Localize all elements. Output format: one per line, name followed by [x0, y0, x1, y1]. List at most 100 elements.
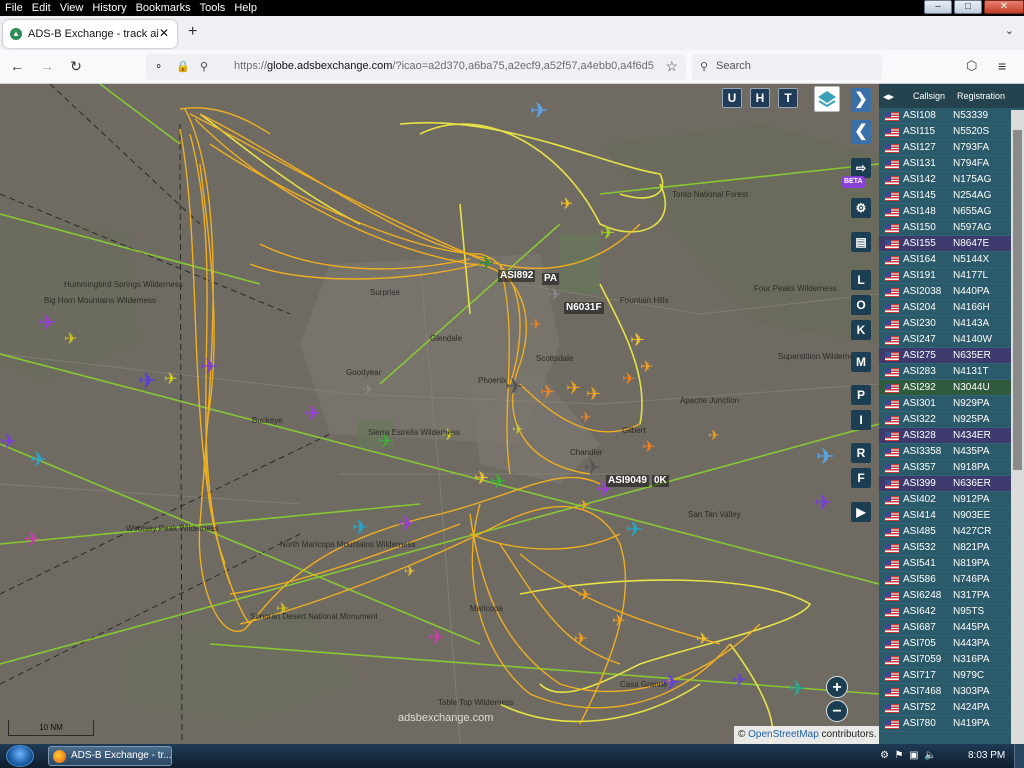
- aircraft-icon[interactable]: ✈: [352, 517, 369, 539]
- table-row[interactable]: ASI131 N794FA: [879, 156, 1024, 172]
- extensions-icon[interactable]: ⬡: [966, 58, 977, 74]
- aircraft-icon[interactable]: ✈: [642, 439, 655, 456]
- table-row[interactable]: ASI301 N929PA: [879, 396, 1024, 412]
- table-row[interactable]: ASI532 N821PA: [879, 540, 1024, 556]
- toggle-u-button[interactable]: U: [722, 88, 742, 108]
- menu-tools[interactable]: Tools: [195, 0, 230, 15]
- aircraft-icon[interactable]: ✈: [708, 427, 720, 443]
- aircraft-icon[interactable]: ✈: [548, 287, 561, 304]
- table-row[interactable]: ASI541 N819PA: [879, 556, 1024, 572]
- toggle-t-button[interactable]: T: [778, 88, 798, 108]
- menu-history[interactable]: History: [87, 0, 130, 15]
- app-menu-button[interactable]: ≡: [998, 58, 1006, 74]
- aircraft-icon[interactable]: ✈: [164, 371, 177, 388]
- openstreetmap-link[interactable]: OpenStreetMap: [748, 729, 819, 740]
- table-row[interactable]: ASI705 N443PA: [879, 636, 1024, 652]
- aircraft-icon[interactable]: ✈: [38, 310, 56, 335]
- aircraft-icon[interactable]: ✈: [304, 403, 321, 425]
- table-row[interactable]: ASI7059 N316PA: [879, 652, 1024, 668]
- settings-button[interactable]: ⚙: [851, 198, 871, 218]
- table-row[interactable]: ASI3358 N435PA: [879, 444, 1024, 460]
- table-row[interactable]: ASI2038 N440PA: [879, 284, 1024, 300]
- back-button[interactable]: ←: [8, 58, 26, 74]
- table-row[interactable]: ASI142 N175AG: [879, 172, 1024, 188]
- aircraft-icon[interactable]: ✈: [630, 330, 645, 350]
- login-button[interactable]: ⇨: [851, 158, 871, 178]
- address-bar[interactable]: ⚬ 🔒 ⚲ https://globe.adsbexchange.com/?ic…: [146, 54, 686, 80]
- aircraft-label[interactable]: ASI892: [498, 270, 536, 282]
- aircraft-icon[interactable]: ✈: [622, 371, 635, 388]
- toggle-r-button[interactable]: R: [851, 443, 871, 463]
- table-row[interactable]: ASI191 N4177L: [879, 268, 1024, 284]
- aircraft-icon[interactable]: ✈: [732, 670, 747, 690]
- action-center-icon[interactable]: ⚑: [895, 750, 904, 761]
- table-row[interactable]: ASI108 N53339: [879, 108, 1024, 124]
- toggle-i-button[interactable]: I: [851, 410, 871, 430]
- aircraft-icon[interactable]: ✈: [478, 253, 495, 275]
- aircraft-icon[interactable]: ✈: [560, 196, 573, 213]
- panel-toggle-icon[interactable]: ◂▸: [883, 90, 894, 103]
- aircraft-icon[interactable]: ✈: [814, 490, 832, 515]
- aircraft-icon[interactable]: ✈: [566, 378, 581, 398]
- table-row[interactable]: ASI155 N8647E: [879, 236, 1024, 252]
- flight-map[interactable]: ✈ ✈ ✈ ✈ ✈ ✈ ✈ ✈ ✈ ✈ ✈ ✈ ✈ ✈ ✈ ✈ ✈ ✈ ✈ ✈ …: [0, 84, 879, 744]
- table-row[interactable]: ASI275 N635ER: [879, 348, 1024, 364]
- lock-icon[interactable]: 🔒: [176, 60, 190, 73]
- aircraft-icon[interactable]: ✈: [626, 519, 643, 541]
- table-row[interactable]: ASI115 N5520S: [879, 124, 1024, 140]
- aircraft-icon[interactable]: ✈: [600, 223, 615, 243]
- table-row[interactable]: ASI7468 N303PA: [879, 684, 1024, 700]
- menu-view[interactable]: View: [55, 0, 88, 15]
- aircraft-icon[interactable]: ✈: [200, 354, 218, 379]
- maximize-button[interactable]: □: [954, 0, 982, 14]
- aircraft-label[interactable]: PA: [542, 273, 560, 285]
- aircraft-icon[interactable]: ✈: [580, 409, 592, 425]
- table-row[interactable]: ASI148 N655AG: [879, 204, 1024, 220]
- table-row[interactable]: ASI145 N254AG: [879, 188, 1024, 204]
- menu-file[interactable]: File: [0, 0, 27, 15]
- aircraft-icon[interactable]: ✈: [30, 449, 47, 471]
- display-icon[interactable]: ▣: [909, 750, 918, 761]
- forward-button[interactable]: →: [38, 58, 56, 74]
- aircraft-icon[interactable]: ✈: [578, 587, 591, 604]
- toggle-k-button[interactable]: K: [851, 320, 871, 340]
- start-button[interactable]: [6, 745, 34, 767]
- table-row[interactable]: ASI717 N979C: [879, 668, 1024, 684]
- aircraft-icon[interactable]: ✈: [540, 382, 555, 402]
- aircraft-icon[interactable]: ✈: [574, 631, 587, 648]
- table-row[interactable]: ASI399 N636ER: [879, 476, 1024, 492]
- browser-tab[interactable]: ▲ ADS-B Exchange - track aircraft ✕: [3, 20, 177, 48]
- list-all-tabs-button[interactable]: ⌄: [1005, 24, 1014, 37]
- aircraft-icon[interactable]: ✈: [490, 471, 507, 493]
- table-row[interactable]: ASI687 N445PA: [879, 620, 1024, 636]
- aircraft-icon[interactable]: ✈: [530, 316, 542, 332]
- aircraft-icon[interactable]: ✈: [474, 468, 489, 488]
- new-tab-button[interactable]: +: [188, 23, 197, 41]
- menu-edit[interactable]: Edit: [27, 0, 55, 15]
- close-tab-icon[interactable]: ✕: [159, 26, 169, 40]
- aircraft-icon[interactable]: ✈: [138, 368, 156, 393]
- aircraft-icon[interactable]: ✈: [578, 497, 590, 513]
- table-scrollbar[interactable]: [1011, 110, 1024, 744]
- minimize-button[interactable]: –: [924, 0, 952, 14]
- bookmark-star-icon[interactable]: ☆: [665, 58, 678, 75]
- search-box[interactable]: ⚲ Search: [692, 54, 882, 80]
- aircraft-icon[interactable]: ✈: [428, 627, 445, 649]
- table-row[interactable]: ASI204 N4166H: [879, 300, 1024, 316]
- close-window-button[interactable]: ✕: [984, 0, 1024, 14]
- aircraft-icon[interactable]: ✈: [505, 374, 523, 399]
- toggle-m-button[interactable]: M: [851, 352, 871, 372]
- permissions-icon[interactable]: ⚲: [200, 60, 208, 73]
- expand-panel-button[interactable]: ❯: [851, 88, 871, 112]
- aircraft-icon[interactable]: ✈: [640, 359, 653, 376]
- replay-button[interactable]: ▶: [851, 502, 871, 522]
- table-row[interactable]: ASI414 N903EE: [879, 508, 1024, 524]
- table-row[interactable]: ASI485 N427CR: [879, 524, 1024, 540]
- aircraft-label[interactable]: N6031F: [564, 302, 604, 314]
- zoom-out-button[interactable]: −: [826, 700, 848, 722]
- table-row[interactable]: ASI230 N4143A: [879, 316, 1024, 332]
- show-desktop-button[interactable]: [1014, 744, 1024, 768]
- toggle-h-button[interactable]: H: [750, 88, 770, 108]
- table-row[interactable]: ASI247 N4140W: [879, 332, 1024, 348]
- aircraft-icon[interactable]: ✈: [586, 384, 601, 404]
